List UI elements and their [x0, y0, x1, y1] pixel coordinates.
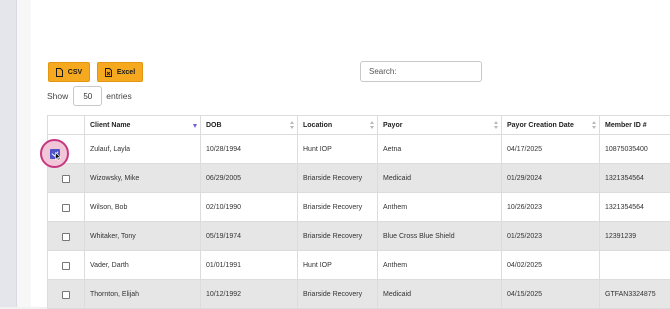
payor-date-cell: 10/26/2023 [502, 193, 600, 222]
location-cell: Briarside Recovery [298, 280, 378, 309]
location-cell: Hunt IOP [298, 135, 378, 164]
payor-date-cell: 04/02/2025 [502, 251, 600, 280]
payor-cell: Aetna [378, 135, 502, 164]
client-name-cell[interactable]: Zulauf, Layla [85, 135, 201, 164]
sort-icon [592, 121, 596, 129]
clients-table-container: Client Name DOB Location Payor Payor Cre… [47, 115, 670, 309]
header-dob[interactable]: DOB [201, 116, 298, 135]
member-id-cell: 12391239 [600, 222, 670, 251]
row-select-cell [48, 222, 85, 251]
file-icon [56, 68, 63, 77]
clients-table: Client Name DOB Location Payor Payor Cre… [47, 115, 670, 309]
member-id-cell [600, 251, 670, 280]
client-name-cell[interactable]: Vader, Darth [85, 251, 201, 280]
dob-cell: 10/12/1992 [201, 280, 298, 309]
location-cell: Briarside Recovery [298, 193, 378, 222]
sort-icon [290, 121, 294, 129]
page-length-control: Show 50 entries [47, 85, 132, 107]
sidebar-rail [0, 0, 17, 307]
sort-desc-icon [193, 124, 197, 128]
sort-icon [494, 121, 498, 129]
location-cell: Hunt IOP [298, 251, 378, 280]
member-id-cell: 1321354564 [600, 164, 670, 193]
excel-export-button[interactable]: Excel [97, 62, 143, 82]
payor-cell: Medicaid [378, 280, 502, 309]
table-row[interactable]: Wizowsky, Mike 06/29/2005 Briarside Reco… [48, 164, 670, 193]
csv-export-button[interactable]: CSV [48, 62, 90, 82]
row-checkbox[interactable] [62, 233, 70, 241]
page-length-value: 50 [83, 92, 92, 101]
table-row[interactable]: Thornton, Elijah 10/12/1992 Briarside Re… [48, 280, 670, 309]
mouse-cursor-icon [55, 152, 61, 161]
search-input[interactable] [360, 61, 482, 82]
payor-cell: Anthem [378, 193, 502, 222]
header-payor[interactable]: Payor [378, 116, 502, 135]
row-select-cell [48, 251, 85, 280]
csv-button-label: CSV [68, 69, 82, 76]
table-row[interactable]: Wilson, Bob 02/10/1990 Briarside Recover… [48, 193, 670, 222]
row-checkbox[interactable] [62, 175, 70, 183]
excel-button-label: Excel [117, 69, 135, 76]
location-cell: Briarside Recovery [298, 222, 378, 251]
row-checkbox[interactable] [62, 291, 70, 299]
entries-label: entries [106, 91, 132, 101]
header-client-name[interactable]: Client Name [85, 116, 201, 135]
member-id-cell: 10875035400 [600, 135, 670, 164]
header-payor-creation-date[interactable]: Payor Creation Date [502, 116, 600, 135]
page-length-select[interactable]: 50 [73, 86, 102, 106]
header-dob-label: DOB [206, 122, 222, 129]
dob-cell: 01/01/1991 [201, 251, 298, 280]
payor-cell: Anthem [378, 251, 502, 280]
header-member-id-label: Member ID # [605, 122, 647, 129]
header-client-name-label: Client Name [90, 122, 130, 129]
payor-date-cell: 04/17/2025 [502, 135, 600, 164]
header-payor-label: Payor [383, 122, 402, 129]
table-row[interactable]: Vader, Darth 01/01/1991 Hunt IOP Anthem … [48, 251, 670, 280]
row-select-cell [48, 280, 85, 309]
sidebar-gap [17, 0, 31, 307]
location-cell: Briarside Recovery [298, 164, 378, 193]
dob-cell: 02/10/1990 [201, 193, 298, 222]
table-row[interactable]: Whitaker, Tony 05/19/1974 Briarside Reco… [48, 222, 670, 251]
payor-cell: Blue Cross Blue Shield [378, 222, 502, 251]
member-id-cell: 1321354564 [600, 193, 670, 222]
header-select [48, 116, 85, 135]
header-location-label: Location [303, 122, 332, 129]
table-header-row: Client Name DOB Location Payor Payor Cre… [48, 116, 670, 135]
row-select-cell [48, 193, 85, 222]
header-location[interactable]: Location [298, 116, 378, 135]
client-name-cell[interactable]: Wilson, Bob [85, 193, 201, 222]
client-name-cell[interactable]: Thornton, Elijah [85, 280, 201, 309]
sort-icon [370, 121, 374, 129]
client-name-cell[interactable]: Wizowsky, Mike [85, 164, 201, 193]
row-checkbox[interactable] [62, 262, 70, 270]
client-name-cell[interactable]: Whitaker, Tony [85, 222, 201, 251]
member-id-cell: GTFAN3324875 [600, 280, 670, 309]
show-label: Show [47, 91, 68, 101]
payor-cell: Medicaid [378, 164, 502, 193]
payor-date-cell: 04/15/2025 [502, 280, 600, 309]
header-payor-creation-date-label: Payor Creation Date [507, 122, 574, 129]
dob-cell: 06/29/2005 [201, 164, 298, 193]
payor-date-cell: 01/25/2023 [502, 222, 600, 251]
header-member-id[interactable]: Member ID # [600, 116, 670, 135]
row-checkbox[interactable] [62, 204, 70, 212]
dob-cell: 05/19/1974 [201, 222, 298, 251]
dob-cell: 10/28/1994 [201, 135, 298, 164]
payor-date-cell: 01/29/2024 [502, 164, 600, 193]
table-row[interactable]: Zulauf, Layla 10/28/1994 Hunt IOP Aetna … [48, 135, 670, 164]
excel-file-icon [105, 68, 112, 77]
